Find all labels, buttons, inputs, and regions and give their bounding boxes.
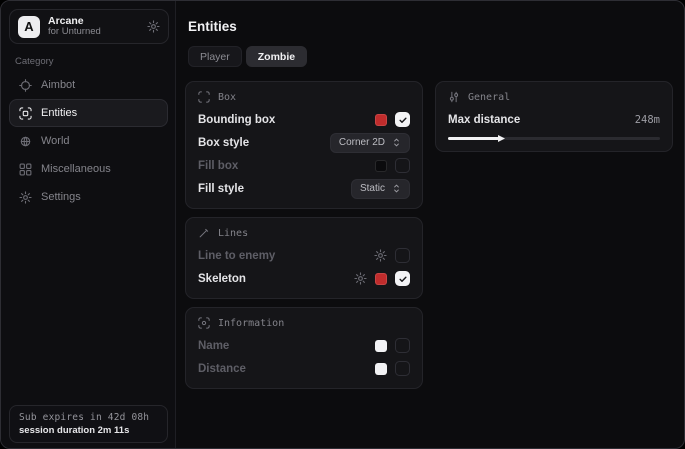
app-window: A Arcane for Unturned Category Aimbot En… bbox=[0, 0, 685, 449]
box-card: Box Bounding box Box style Corner 2D bbox=[185, 81, 423, 209]
checkbox-checked[interactable] bbox=[395, 271, 410, 286]
dropdown-value: Corner 2D bbox=[339, 137, 385, 148]
row-label: Skeleton bbox=[198, 273, 246, 285]
sidebar-item-entities[interactable]: Entities bbox=[9, 99, 168, 127]
checkbox-unchecked[interactable] bbox=[395, 158, 410, 173]
checkbox-unchecked[interactable] bbox=[395, 248, 410, 263]
chevron-up-down-icon bbox=[392, 137, 401, 148]
entities-scan-icon bbox=[19, 107, 32, 120]
lines-card: Lines Line to enemy Skeleton bbox=[185, 217, 423, 299]
information-card-header: Information bbox=[198, 317, 410, 329]
sidebar-item-label: World bbox=[41, 135, 70, 147]
slider-fill bbox=[448, 137, 499, 140]
row-label: Fill style bbox=[198, 183, 244, 195]
checkbox-unchecked[interactable] bbox=[395, 338, 410, 353]
max-distance-slider[interactable] bbox=[448, 133, 660, 143]
color-swatch[interactable] bbox=[375, 273, 387, 285]
box-card-title: Box bbox=[218, 92, 236, 103]
entity-tabs: Player Zombie bbox=[188, 46, 307, 67]
scan-brackets-icon bbox=[198, 91, 210, 103]
row-settings-gear-icon[interactable] bbox=[354, 272, 367, 285]
information-card: Information Name Distance bbox=[185, 307, 423, 389]
fill-style-dropdown[interactable]: Static bbox=[351, 179, 410, 199]
sidebar-nav: Aimbot Entities World Miscellaneous Sett… bbox=[9, 71, 168, 211]
sliders-icon bbox=[448, 91, 460, 103]
sidebar-item-label: Miscellaneous bbox=[41, 163, 111, 175]
row-label: Fill box bbox=[198, 160, 238, 172]
row-label: Name bbox=[198, 340, 229, 352]
row-settings-gear-icon[interactable] bbox=[374, 249, 387, 262]
color-swatch[interactable] bbox=[375, 340, 387, 352]
max-distance-value: 248m bbox=[635, 114, 660, 126]
pencil-line-icon bbox=[198, 227, 210, 239]
setting-row-max-distance: Max distance 248m bbox=[448, 108, 660, 131]
sidebar-item-world[interactable]: World bbox=[9, 127, 168, 155]
tab-player[interactable]: Player bbox=[188, 46, 242, 67]
info-scan-icon bbox=[198, 317, 210, 329]
setting-row-bounding-box: Bounding box bbox=[198, 108, 410, 131]
lines-card-header: Lines bbox=[198, 227, 410, 239]
checkbox-unchecked[interactable] bbox=[395, 361, 410, 376]
setting-row-distance: Distance bbox=[198, 357, 410, 380]
page-title: Entities bbox=[188, 19, 237, 34]
globe-icon bbox=[19, 135, 32, 148]
information-card-title: Information bbox=[218, 318, 284, 329]
app-subtitle: for Unturned bbox=[48, 27, 139, 38]
color-swatch[interactable] bbox=[375, 363, 387, 375]
sidebar: A Arcane for Unturned Category Aimbot En… bbox=[1, 1, 176, 448]
category-label: Category bbox=[15, 56, 54, 67]
lines-card-title: Lines bbox=[218, 228, 248, 239]
app-logo: A bbox=[18, 16, 40, 38]
check-icon bbox=[398, 115, 408, 125]
dropdown-value: Static bbox=[360, 183, 385, 194]
row-label: Box style bbox=[198, 137, 249, 149]
tab-zombie[interactable]: Zombie bbox=[246, 46, 307, 67]
general-card-title: General bbox=[468, 92, 510, 103]
app-header-card: A Arcane for Unturned bbox=[9, 9, 169, 44]
sidebar-item-label: Aimbot bbox=[41, 79, 75, 91]
sidebar-item-aimbot[interactable]: Aimbot bbox=[9, 71, 168, 99]
main-panel: Entities Player Zombie Box Bounding box bbox=[177, 1, 684, 448]
slider-thumb-icon[interactable] bbox=[497, 134, 506, 143]
color-swatch[interactable] bbox=[375, 114, 387, 126]
box-style-dropdown[interactable]: Corner 2D bbox=[330, 133, 410, 153]
row-label: Max distance bbox=[448, 114, 520, 126]
setting-row-fill-box: Fill box bbox=[198, 154, 410, 177]
chevron-up-down-icon bbox=[392, 183, 401, 194]
subscription-status-card: Sub expires in 42d 08h session duration … bbox=[9, 405, 168, 443]
check-icon bbox=[398, 274, 408, 284]
right-column: General Max distance 248m bbox=[435, 81, 673, 152]
sidebar-item-label: Entities bbox=[41, 107, 77, 119]
sidebar-item-label: Settings bbox=[41, 191, 81, 203]
sidebar-item-miscellaneous[interactable]: Miscellaneous bbox=[9, 155, 168, 183]
left-column: Box Bounding box Box style Corner 2D bbox=[185, 81, 423, 389]
setting-row-line-to-enemy: Line to enemy bbox=[198, 244, 410, 267]
gear-icon bbox=[19, 191, 32, 204]
box-card-header: Box bbox=[198, 91, 410, 103]
row-label: Bounding box bbox=[198, 114, 275, 126]
setting-row-box-style: Box style Corner 2D bbox=[198, 131, 410, 154]
grid-icon bbox=[19, 163, 32, 176]
sidebar-item-settings[interactable]: Settings bbox=[9, 183, 168, 211]
setting-row-skeleton: Skeleton bbox=[198, 267, 410, 290]
setting-row-name: Name bbox=[198, 334, 410, 357]
general-card: General Max distance 248m bbox=[435, 81, 673, 152]
color-swatch[interactable] bbox=[375, 160, 387, 172]
app-settings-gear-icon[interactable] bbox=[147, 20, 160, 33]
session-duration-text: session duration 2m 11s bbox=[19, 425, 158, 436]
setting-row-fill-style: Fill style Static bbox=[198, 177, 410, 200]
sub-expiry-text: Sub expires in 42d 08h bbox=[19, 412, 158, 423]
row-label: Line to enemy bbox=[198, 250, 275, 262]
checkbox-checked[interactable] bbox=[395, 112, 410, 127]
crosshair-icon bbox=[19, 79, 32, 92]
app-title-block: Arcane for Unturned bbox=[48, 15, 139, 38]
row-label: Distance bbox=[198, 363, 246, 375]
general-card-header: General bbox=[448, 91, 660, 103]
